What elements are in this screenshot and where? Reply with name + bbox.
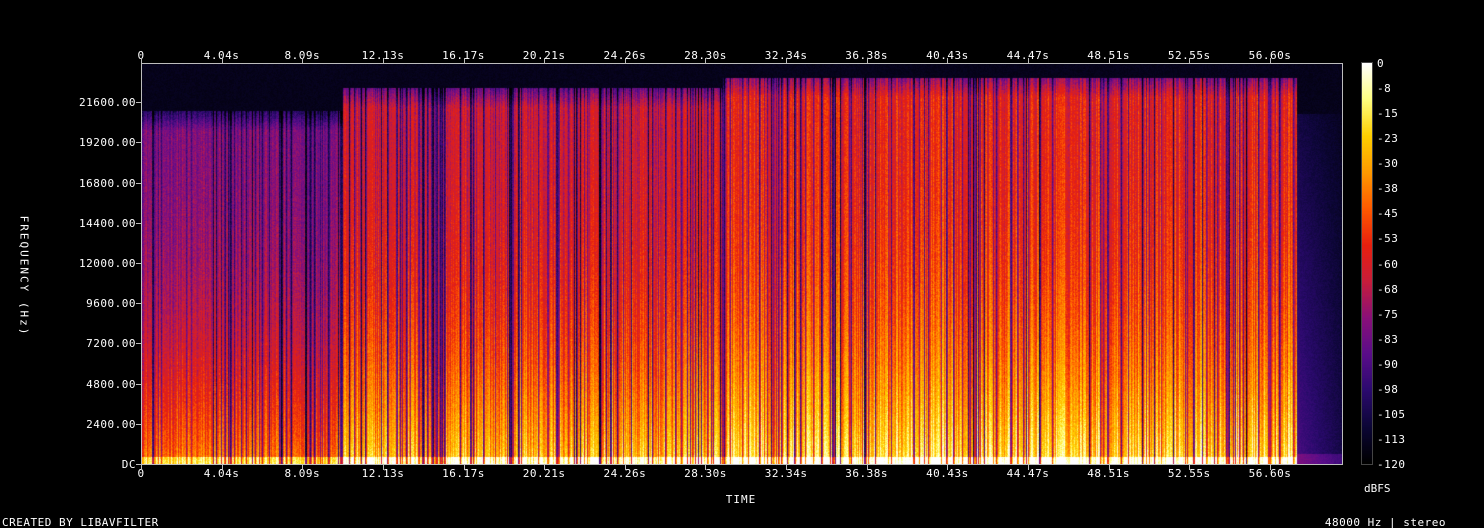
colorbar-tick-label: -30 (1377, 157, 1399, 171)
x-tick-mark-top (1270, 58, 1271, 63)
x-tick-mark-bottom (1270, 465, 1271, 470)
x-tick-mark-bottom (705, 465, 706, 470)
x-tick-mark-bottom (1109, 465, 1110, 470)
x-tick-mark-bottom (947, 465, 948, 470)
y-tick-mark (136, 303, 141, 304)
y-tick-label: 21600.00 (79, 96, 136, 110)
plot-area (141, 63, 1343, 465)
x-tick-mark-bottom (222, 465, 223, 470)
x-tick-mark-bottom (383, 465, 384, 470)
colorbar-tick-label: -38 (1377, 182, 1399, 196)
footer-format: 48000 Hz | stereo (1324, 516, 1446, 528)
colorbar-tick-label: -120 (1377, 458, 1406, 471)
colorbar-tick-label: -8 (1377, 82, 1392, 96)
x-tick-mark-top (383, 58, 384, 63)
y-tick-mark (136, 263, 141, 264)
x-tick-mark-top (786, 58, 787, 63)
x-tick-mark-bottom (1189, 465, 1190, 470)
colorbar-tick-label: -90 (1377, 357, 1399, 371)
y-tick-mark (136, 343, 141, 344)
colorbar-unit-label: dBFS (1364, 482, 1391, 495)
y-tick-label: 14400.00 (79, 216, 136, 230)
colorbar-tick-label: -98 (1377, 382, 1399, 396)
y-tick-mark (136, 102, 141, 103)
y-tick-label: DC (121, 458, 136, 471)
y-tick-mark (136, 183, 141, 184)
y-tick-label: 2400.00 (86, 417, 136, 431)
x-tick-mark-top (867, 58, 868, 63)
y-tick-mark (136, 464, 141, 465)
y-tick-mark (136, 142, 141, 143)
y-axis-title: FREQUENCY (Hz) (17, 215, 31, 337)
colorbar-tick-label: -105 (1377, 407, 1406, 421)
y-tick-label: 9600.00 (86, 297, 136, 311)
x-tick-mark-bottom (302, 465, 303, 470)
y-tick-label: 19200.00 (79, 136, 136, 150)
x-tick-mark-bottom (141, 465, 142, 470)
x-tick-mark-bottom (625, 465, 626, 470)
colorbar-tick-label: -23 (1377, 132, 1399, 146)
y-tick-label: 7200.00 (86, 337, 136, 351)
spectrogram-heatmap (142, 64, 1342, 464)
y-tick-mark (136, 384, 141, 385)
spectrogram-figure: 0 4.04s 8.09s 12.13s 16.17s 20.21s 24.26s 28.30… (0, 0, 1484, 528)
x-tick-mark-bottom (544, 465, 545, 470)
x-tick-mark-top (1109, 58, 1110, 63)
x-tick-mark-bottom (786, 465, 787, 470)
colorbar-tick-label: -68 (1377, 282, 1399, 296)
x-tick-mark-top (302, 58, 303, 63)
colorbar-tick-label: -75 (1377, 307, 1399, 321)
y-tick-mark (136, 223, 141, 224)
colorbar-tick-label: -113 (1377, 432, 1406, 446)
colorbar-tick-label: -53 (1377, 232, 1399, 246)
colorbar-tick-label: -15 (1377, 107, 1399, 121)
y-tick-label: 4800.00 (86, 377, 136, 391)
x-tick-mark-bottom (1028, 465, 1029, 470)
x-tick-mark-top (947, 58, 948, 63)
x-axis-title: TIME (725, 493, 757, 506)
x-tick-mark-top (1189, 58, 1190, 63)
colorbar-tick-label: 0 (1377, 57, 1385, 70)
footer-credit: CREATED BY LIBAVFILTER (2, 516, 159, 528)
x-tick-mark-top (1028, 58, 1029, 63)
x-tick-mark-top (705, 58, 706, 63)
x-tick-mark-bottom (867, 465, 868, 470)
x-tick-mark-top (464, 58, 465, 63)
y-tick-mark (136, 424, 141, 425)
colorbar-tick-label: -45 (1377, 207, 1399, 221)
y-tick-label: 16800.00 (79, 176, 136, 190)
colorbar (1362, 63, 1372, 464)
x-tick-mark-top (141, 58, 142, 63)
x-tick-mark-top (625, 58, 626, 63)
colorbar-tick-label: -83 (1377, 332, 1399, 346)
colorbar-tick-label: -60 (1377, 257, 1399, 271)
x-tick-mark-bottom (464, 465, 465, 470)
x-tick-mark-top (544, 58, 545, 63)
x-tick-mark-top (222, 58, 223, 63)
y-tick-label: 12000.00 (79, 257, 136, 270)
